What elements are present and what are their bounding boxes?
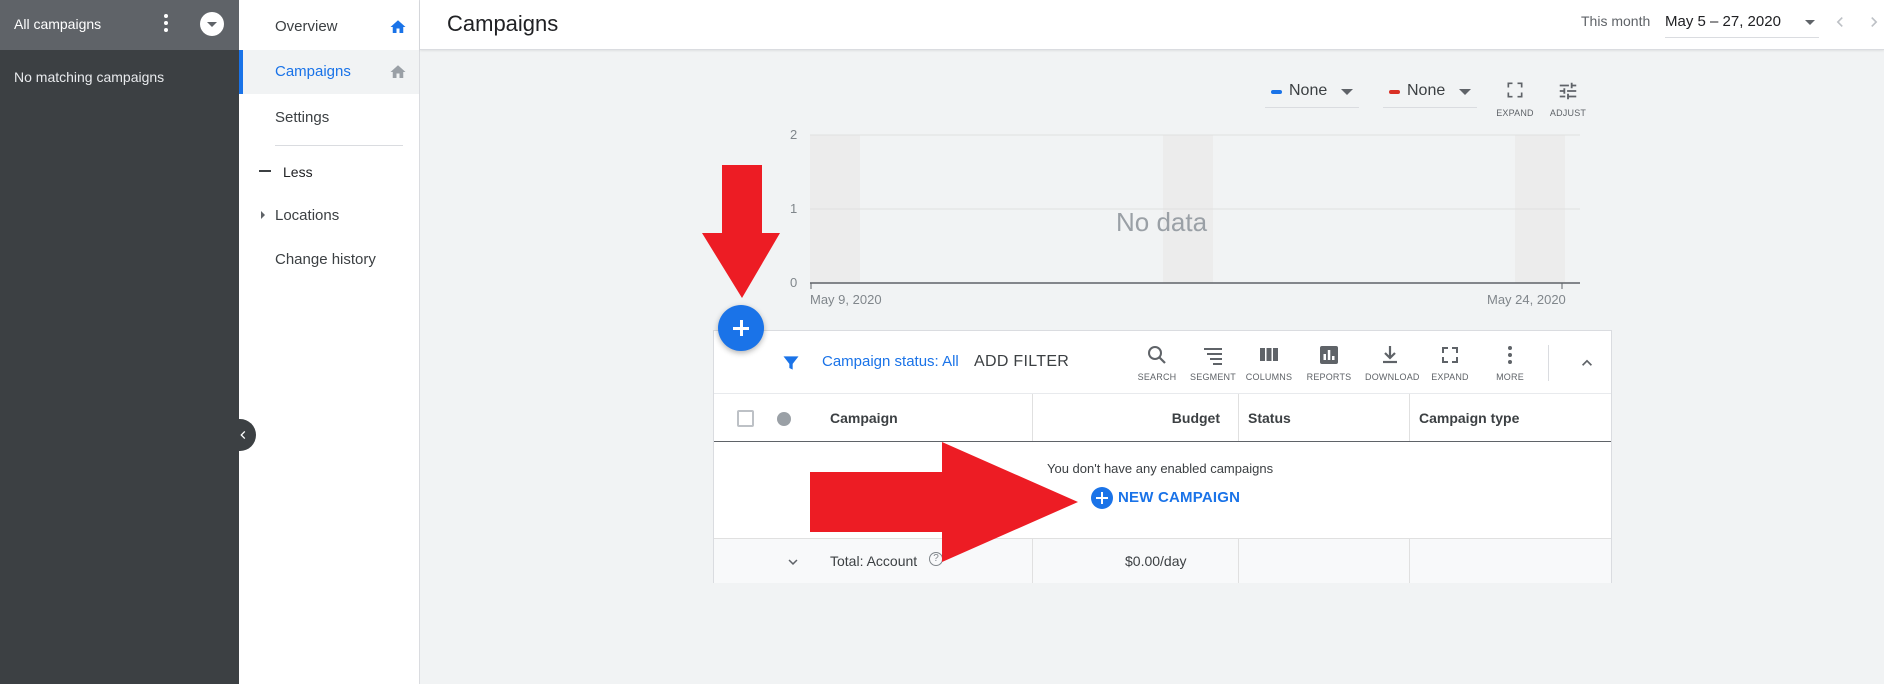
- more-vert-icon: [1508, 346, 1512, 364]
- y-tick-label: 2: [790, 127, 797, 142]
- account-title: All campaigns: [14, 16, 102, 32]
- page-navigation: Overview Campaigns Settings Less Locatio…: [239, 0, 420, 684]
- expand-icon: [1442, 347, 1458, 363]
- account-panel: All campaigns No matching campaigns: [0, 0, 239, 684]
- column-header-label: Campaign type: [1419, 410, 1520, 426]
- table-filter-bar: Campaign status: All ADD FILTER SEARCH S…: [714, 331, 1611, 394]
- reports-icon: [1320, 346, 1338, 364]
- nav-item-label: Settings: [275, 109, 330, 126]
- table-reports-label: REPORTS: [1306, 372, 1352, 382]
- chevron-left-icon[interactable]: [1830, 12, 1850, 32]
- add-circle-icon: [1091, 487, 1113, 509]
- nav-item-label: Overview: [275, 18, 338, 35]
- expand-arrow-icon: [261, 211, 265, 219]
- page-header: Campaigns This month May 5 – 27, 2020: [420, 0, 1884, 50]
- segment-icon: [1204, 348, 1222, 365]
- metric-1-value: None: [1289, 82, 1328, 99]
- table-search-label: SEARCH: [1137, 372, 1177, 382]
- x-tick-label-start: May 9, 2020: [810, 292, 882, 307]
- account-header[interactable]: All campaigns: [0, 0, 239, 50]
- chart-adjust-label: ADJUST: [1549, 108, 1587, 118]
- column-header-label: Campaign: [830, 410, 898, 426]
- table-expand-button[interactable]: EXPAND: [1425, 343, 1475, 389]
- nav-item-settings[interactable]: Settings: [239, 96, 419, 140]
- less-label: Less: [283, 164, 313, 180]
- date-range-label: This month: [1581, 13, 1651, 29]
- metric-2-color: [1389, 90, 1400, 94]
- no-matching-campaigns-text: No matching campaigns: [14, 69, 165, 85]
- metric-2-value: None: [1407, 82, 1446, 99]
- home-icon: [390, 65, 406, 78]
- download-icon: [1383, 346, 1397, 364]
- campaign-status-filter[interactable]: Campaign status: All: [822, 353, 959, 370]
- collapse-table-icon[interactable]: [1577, 353, 1597, 373]
- table-search-button[interactable]: SEARCH: [1132, 343, 1182, 389]
- date-range-value: May 5 – 27, 2020: [1665, 13, 1781, 30]
- column-header-campaign-type[interactable]: Campaign type: [1410, 394, 1611, 441]
- search-icon: [1148, 346, 1166, 364]
- table-expand-label: EXPAND: [1431, 372, 1469, 382]
- column-header-label: Budget: [1171, 410, 1220, 426]
- add-filter-button[interactable]: ADD FILTER: [974, 353, 1069, 371]
- add-campaign-fab[interactable]: [718, 305, 764, 351]
- x-tick-label-end: May 24, 2020: [1487, 292, 1566, 307]
- chart-adjust-button[interactable]: ADJUST: [1548, 80, 1588, 118]
- table-download-label: DOWNLOAD: [1365, 372, 1420, 382]
- chart-expand-button[interactable]: EXPAND: [1495, 80, 1535, 118]
- nav-item-label: Campaigns: [275, 63, 351, 80]
- nav-item-label: Change history: [275, 251, 376, 268]
- column-header-budget[interactable]: Budget: [1033, 394, 1239, 441]
- nav-divider: [275, 145, 403, 146]
- new-campaign-label: NEW CAMPAIGN: [1118, 489, 1241, 506]
- date-range-select[interactable]: May 5 – 27, 2020: [1665, 8, 1819, 38]
- toolbar-divider: [1548, 345, 1549, 381]
- column-header-label: Status: [1248, 410, 1291, 426]
- columns-icon: [1260, 348, 1278, 361]
- filter-icon: [783, 356, 799, 370]
- table-more-label: MORE: [1496, 372, 1524, 382]
- annotation-arrow-down: [702, 165, 780, 298]
- performance-chart: 2 1 0: [790, 127, 1580, 290]
- column-header-campaign[interactable]: Campaign: [714, 394, 1033, 441]
- nav-item-locations[interactable]: Locations: [239, 194, 419, 238]
- nav-item-campaigns[interactable]: Campaigns: [239, 50, 419, 94]
- metric-select-2[interactable]: None: [1383, 78, 1477, 108]
- account-dropdown-icon[interactable]: [200, 12, 224, 36]
- table-header: Campaign Budget Status Campaign type: [714, 394, 1611, 442]
- table-segment-label: SEGMENT: [1190, 372, 1236, 382]
- metric-select-1[interactable]: None: [1265, 78, 1359, 108]
- total-budget-value: $0.00/day: [1125, 553, 1187, 569]
- table-columns-label: COLUMNS: [1245, 372, 1293, 382]
- total-status-cell: [1239, 539, 1410, 583]
- table-more-button[interactable]: MORE: [1485, 343, 1535, 389]
- home-icon: [390, 20, 406, 33]
- minus-icon: [259, 170, 271, 172]
- nav-item-less[interactable]: Less: [239, 150, 419, 194]
- tune-icon: [1559, 82, 1577, 100]
- table-segment-button[interactable]: SEGMENT: [1188, 343, 1238, 389]
- column-header-status[interactable]: Status: [1239, 394, 1410, 441]
- campaign-status-filter-label: Campaign status:: [822, 353, 939, 370]
- chevron-left-icon: [240, 431, 246, 439]
- nav-item-overview[interactable]: Overview: [239, 5, 419, 49]
- account-more-vert-icon[interactable]: [160, 12, 172, 36]
- chevron-right-icon[interactable]: [1864, 12, 1884, 32]
- annotation-arrow-right: [810, 442, 1078, 562]
- page-title: Campaigns: [447, 11, 559, 36]
- total-type-cell: [1410, 539, 1611, 583]
- nav-item-label: Locations: [275, 207, 340, 224]
- table-download-button[interactable]: DOWNLOAD: [1365, 343, 1420, 389]
- y-tick-label: 0: [790, 275, 797, 290]
- campaign-status-filter-value: All: [942, 353, 959, 370]
- expand-icon: [1507, 82, 1523, 98]
- table-reports-button[interactable]: REPORTS: [1304, 343, 1354, 389]
- table-columns-button[interactable]: COLUMNS: [1244, 343, 1294, 389]
- nav-item-change-history[interactable]: Change history: [239, 238, 419, 282]
- y-tick-label: 1: [790, 201, 797, 216]
- metric-1-color: [1271, 90, 1282, 94]
- chart-no-data-text: No data: [1116, 207, 1208, 237]
- chart-expand-label: EXPAND: [1496, 108, 1534, 118]
